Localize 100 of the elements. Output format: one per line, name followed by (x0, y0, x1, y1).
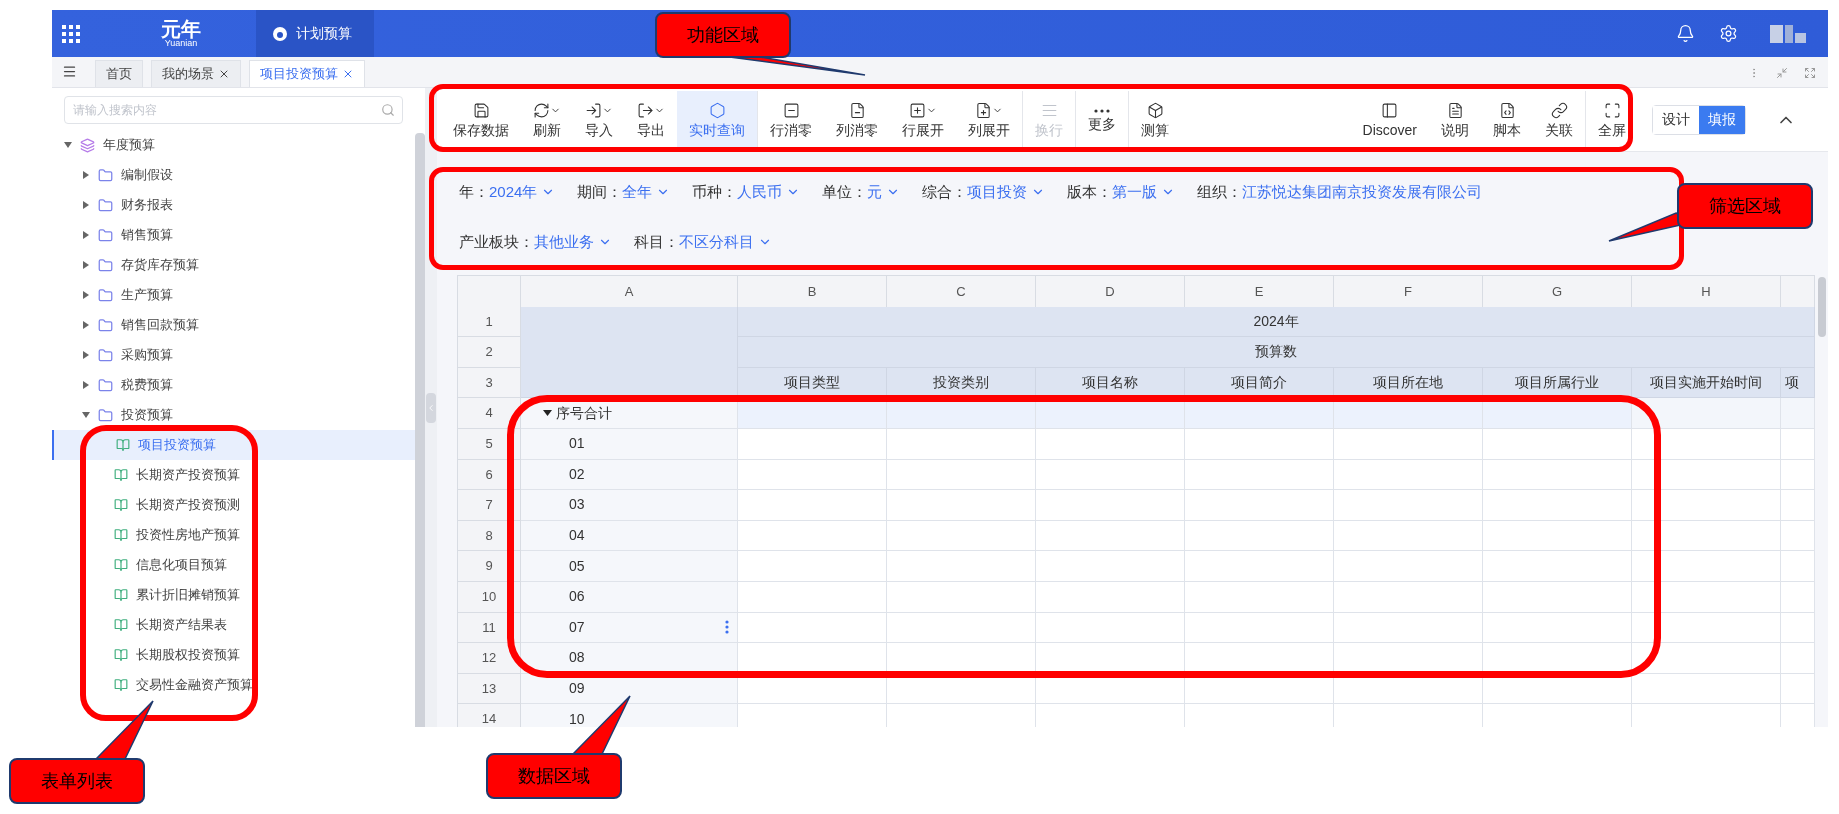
column-header[interactable]: H (1632, 276, 1781, 308)
table-cell[interactable] (1036, 551, 1185, 582)
table-cell[interactable] (1185, 428, 1334, 460)
table-cell[interactable] (887, 428, 1036, 460)
filter-dropdown[interactable]: 2024年 (489, 180, 556, 204)
scrollbar[interactable] (1817, 277, 1826, 337)
table-cell[interactable] (738, 581, 887, 613)
table-cell[interactable] (1334, 490, 1483, 521)
row-header[interactable]: 13 (458, 673, 521, 705)
fullscreen-icon[interactable] (1804, 67, 1816, 79)
table-cell[interactable] (1483, 490, 1632, 521)
tree-item[interactable]: 投资性房地产预算 (52, 520, 415, 550)
tree-item[interactable]: 编制假设 (52, 160, 415, 190)
filter-dropdown[interactable]: 全年 (622, 180, 671, 204)
collapse-handle[interactable] (426, 392, 436, 423)
filter-dropdown[interactable]: 项目投资 (967, 180, 1046, 204)
table-cell[interactable] (738, 551, 887, 582)
toolbar-button[interactable]: 保存数据 (441, 90, 521, 149)
tree-item[interactable]: 采购预算 (52, 340, 415, 370)
table-cell[interactable] (738, 612, 887, 644)
column-header[interactable]: G (1483, 276, 1632, 308)
row-header[interactable]: 4 (458, 398, 521, 429)
table-cell[interactable] (1781, 551, 1815, 582)
table-cell[interactable] (1036, 459, 1185, 491)
tree-item[interactable]: 销售回款预算 (52, 310, 415, 340)
table-cell[interactable] (1483, 581, 1632, 613)
app-tab[interactable]: 计划预算 (256, 10, 374, 57)
table-cell[interactable] (1781, 612, 1815, 644)
search-field[interactable]: 请输入搜索内容 (64, 96, 403, 124)
tree-item[interactable]: 长期资产投资预算 (52, 460, 415, 490)
row-header[interactable]: 3 (458, 367, 521, 399)
search-icon[interactable] (381, 103, 395, 117)
table-cell[interactable] (1781, 520, 1815, 552)
mode-toggle[interactable]: 填报 (1699, 105, 1745, 134)
table-cell[interactable] (1781, 581, 1815, 613)
table-cell[interactable] (1185, 612, 1334, 644)
tree-item[interactable]: 长期股权投资预算 (52, 640, 415, 670)
table-cell[interactable] (1632, 673, 1781, 705)
row-header[interactable]: 9 (458, 551, 521, 582)
tree-item[interactable]: 生产预算 (52, 280, 415, 310)
table-cell[interactable] (738, 428, 887, 460)
page-tab[interactable]: 首页 (95, 60, 143, 87)
tree-item[interactable]: 项目投资预算 (52, 430, 415, 460)
filter-dropdown[interactable]: 江苏悦达集团南京投资发展有限公司 (1242, 180, 1483, 204)
menu-icon[interactable] (62, 64, 77, 79)
table-cell[interactable] (1632, 490, 1781, 521)
scrollbar[interactable] (415, 133, 425, 727)
table-cell[interactable] (887, 551, 1036, 582)
table-cell[interactable] (1036, 520, 1185, 552)
toolbar-button[interactable]: 行消零 (758, 90, 824, 149)
row-header[interactable]: 1 (458, 306, 521, 338)
filter-dropdown[interactable]: 其他业务 (534, 230, 612, 254)
column-header[interactable]: C (887, 276, 1036, 308)
app-grid-icon[interactable] (62, 24, 80, 43)
table-cell[interactable] (1781, 398, 1815, 429)
table-cell[interactable] (1781, 459, 1815, 491)
table-cell[interactable] (1781, 428, 1815, 460)
row-header[interactable]: 7 (458, 490, 521, 521)
table-cell[interactable] (1781, 643, 1815, 674)
toolbar-button[interactable]: 列展开 (956, 90, 1022, 149)
toolbar-button[interactable]: 实时查询 (677, 90, 757, 149)
drag-handle-icon[interactable] (725, 620, 729, 635)
tree-item[interactable]: 销售预算 (52, 220, 415, 250)
column-header[interactable]: F (1334, 276, 1483, 308)
table-cell[interactable] (1483, 612, 1632, 644)
column-header[interactable]: A (521, 276, 738, 308)
table-cell[interactable] (887, 612, 1036, 644)
column-header[interactable]: D (1036, 276, 1185, 308)
table-cell[interactable] (1781, 490, 1815, 521)
column-header[interactable]: E (1185, 276, 1334, 308)
tree-item[interactable]: 长期资产投资预测 (52, 490, 415, 520)
table-cell[interactable] (1036, 581, 1185, 613)
table-cell[interactable] (1185, 490, 1334, 521)
tree-item[interactable]: 累计折旧摊销预算 (52, 580, 415, 610)
table-cell[interactable] (1632, 398, 1781, 429)
toolbar-button[interactable]: 导入 (573, 90, 625, 149)
table-cell[interactable] (738, 520, 887, 552)
toolbar-button[interactable]: 刷新 (521, 90, 573, 149)
table-cell[interactable] (1483, 459, 1632, 491)
table-cell[interactable] (1334, 612, 1483, 644)
table-cell[interactable] (1185, 459, 1334, 491)
corner-cell[interactable] (458, 276, 521, 308)
table-cell[interactable] (887, 490, 1036, 521)
table-cell[interactable] (1036, 490, 1185, 521)
tree-item[interactable]: 交易性金融资产预算 (52, 670, 415, 700)
avatar[interactable] (1770, 24, 1806, 43)
tree-item[interactable]: 投资预算 (52, 400, 415, 430)
table-cell[interactable] (887, 581, 1036, 613)
page-tab[interactable]: 我的场景 (151, 60, 241, 87)
table-cell[interactable] (1483, 428, 1632, 460)
tree-item[interactable]: 税费预算 (52, 370, 415, 400)
table-cell[interactable] (738, 459, 887, 491)
column-header[interactable] (1781, 276, 1815, 308)
toolbar-button[interactable]: 脚本 (1481, 90, 1533, 149)
table-cell[interactable] (1185, 581, 1334, 613)
row-header[interactable]: 12 (458, 643, 521, 674)
tree-item[interactable]: 信息化项目预算 (52, 550, 415, 580)
table-cell[interactable] (1185, 551, 1334, 582)
tree-item[interactable]: 长期资产结果表 (52, 610, 415, 640)
bell-icon[interactable] (1676, 24, 1695, 43)
